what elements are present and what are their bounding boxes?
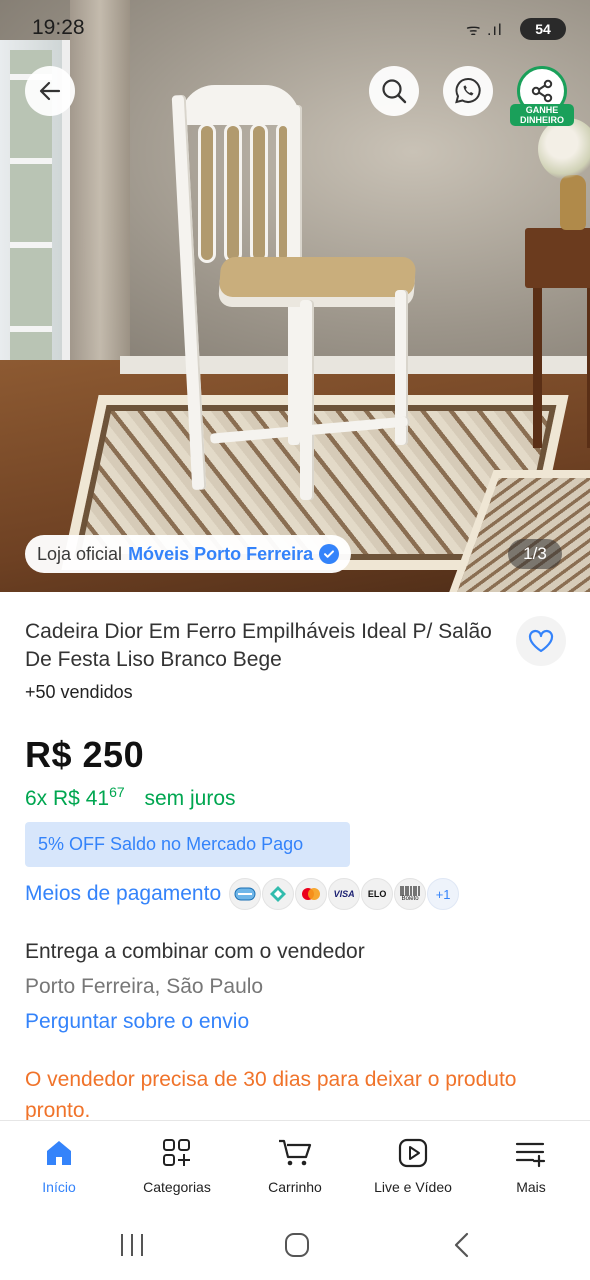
nav-categories[interactable]: Categorias — [118, 1121, 236, 1208]
payment-methods-row[interactable]: Meios de pagamento VISA ELO Boleto +1 — [25, 878, 460, 910]
status-bar: 19:28 ᯤ .ıl 54 — [0, 0, 590, 60]
image-chair — [171, 85, 420, 505]
seller-location: Porto Ferreira, São Paulo — [25, 975, 264, 998]
nav-home-label: Início — [42, 1179, 76, 1195]
pix-icon — [262, 878, 295, 910]
mastercard-icon — [295, 878, 328, 910]
image-side-table — [525, 228, 590, 458]
installments-cents: 67 — [109, 784, 125, 800]
home-system-icon[interactable] — [283, 1231, 311, 1259]
product-title: Cadeira Dior Em Ferro Empilháveis Ideal … — [25, 620, 492, 671]
gallery-counter: 1/3 — [508, 539, 562, 569]
cart-icon — [277, 1135, 313, 1171]
official-store-name: Móveis Porto Ferreira — [128, 543, 314, 564]
installments-amount: 6x R$ 41 — [25, 787, 110, 810]
nav-cart-label: Carrinho — [268, 1179, 322, 1195]
image-flowers — [538, 118, 590, 180]
ask-shipping-link[interactable]: Perguntar sobre o envio — [25, 1010, 249, 1034]
image-vase — [560, 175, 586, 230]
delivery-info: Entrega a combinar com o vendedor — [25, 940, 365, 963]
sold-count: +50 vendidos — [25, 682, 133, 702]
nav-cart[interactable]: Carrinho — [236, 1121, 354, 1208]
official-store-badge[interactable]: Loja oficial Móveis Porto Ferreira — [25, 535, 352, 573]
elo-icon: ELO — [361, 878, 394, 910]
nav-live-video[interactable]: Live e Vídeo — [354, 1121, 472, 1208]
recent-apps-icon[interactable] — [118, 1232, 146, 1258]
product-image[interactable] — [0, 0, 590, 592]
promo-tag: 5% OFF Saldo no Mercado Pago — [25, 822, 350, 867]
heart-icon — [528, 629, 554, 653]
nav-home[interactable]: Início — [0, 1121, 118, 1208]
categories-icon — [159, 1135, 195, 1171]
system-navigation-bar — [0, 1208, 590, 1280]
home-icon — [41, 1135, 77, 1171]
status-time: 19:28 — [32, 16, 85, 39]
play-icon — [395, 1135, 431, 1171]
visa-icon: VISA — [328, 878, 361, 910]
nav-more-label: Mais — [516, 1179, 546, 1195]
back-button[interactable] — [25, 66, 75, 116]
favorite-button[interactable] — [516, 616, 566, 666]
whatsapp-icon — [455, 77, 481, 104]
price: R$ 250 — [25, 734, 145, 775]
boleto-label: Boleto — [401, 896, 419, 902]
official-store-prefix: Loja oficial — [37, 543, 123, 564]
whatsapp-share-button[interactable] — [443, 66, 493, 116]
preparation-warning: O vendedor precisa de 30 dias para deixa… — [25, 1068, 517, 1120]
credit-card-icon — [229, 878, 262, 910]
battery-indicator: 54 — [520, 18, 566, 40]
menu-icon — [513, 1135, 549, 1171]
share-icon — [531, 79, 553, 103]
nav-more[interactable]: Mais — [472, 1121, 590, 1208]
search-icon — [382, 79, 407, 104]
nav-categories-label: Categorias — [143, 1179, 211, 1195]
earn-money-badge[interactable]: GANHE DINHEIRO — [510, 104, 574, 126]
boleto-icon: Boleto — [394, 878, 427, 910]
payment-methods-link[interactable]: Meios de pagamento — [25, 882, 221, 906]
back-system-icon[interactable] — [450, 1231, 474, 1259]
search-button[interactable] — [369, 66, 419, 116]
more-methods-badge[interactable]: +1 — [427, 878, 460, 910]
bottom-navigation: Início Categorias Carrinho Live e Vídeo … — [0, 1120, 590, 1208]
arrow-left-icon — [39, 81, 61, 101]
installments-note: sem juros — [144, 787, 236, 810]
signal-icon: ᯤ .ıl — [466, 22, 503, 39]
installments: 6x R$ 4167 sem juros — [25, 784, 236, 811]
nav-live-video-label: Live e Vídeo — [374, 1179, 452, 1195]
verified-icon — [319, 544, 340, 564]
